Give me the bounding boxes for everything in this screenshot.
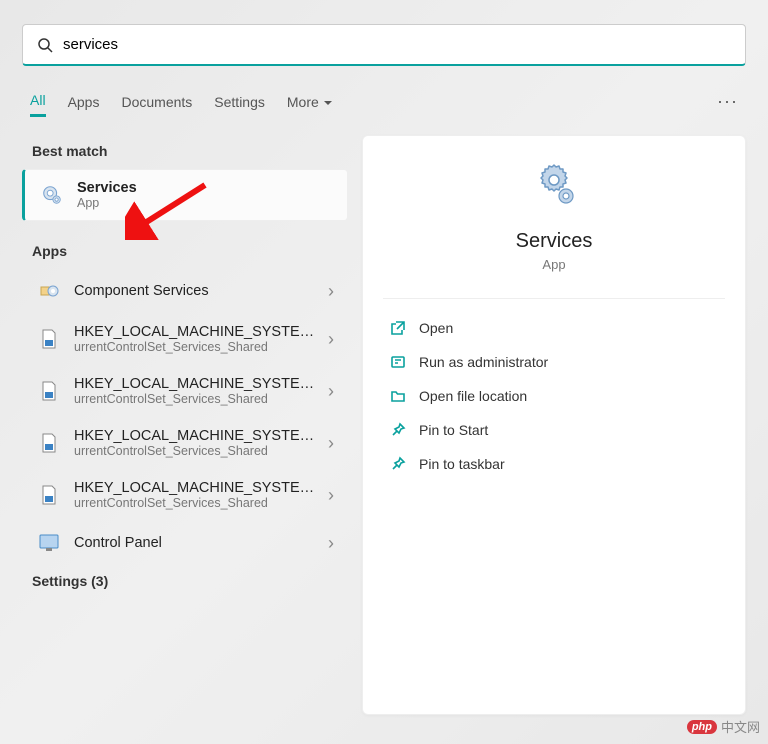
result-title: Services [77,180,333,196]
results-column: Best match Services App Apps Component S… [22,135,348,715]
action-open[interactable]: Open [383,311,725,345]
action-run-admin[interactable]: Run as administrator [383,345,725,379]
result-title: HKEY_LOCAL_MACHINE_SYSTEM_C [74,480,320,496]
search-icon [37,37,53,53]
detail-panel: Services App Open Run as administrator O… [362,135,746,715]
action-pin-taskbar[interactable]: Pin to taskbar [383,447,725,481]
search-bar[interactable] [22,24,746,66]
action-label: Pin to Start [419,422,488,438]
action-pin-start[interactable]: Pin to Start [383,413,725,447]
registry-file-icon [38,328,60,350]
detail-app-icon [383,164,725,208]
action-label: Open [419,320,453,336]
list-item[interactable]: HKEY_LOCAL_MACHINE_SYSTEM_CurrentControl… [22,365,348,417]
filter-tabs: All Apps Documents Settings More ··· [0,86,768,117]
registry-file-icon [38,380,60,402]
chevron-right-icon: › [328,281,334,302]
tab-documents[interactable]: Documents [121,88,192,116]
list-item[interactable]: HKEY_LOCAL_MACHINE_SYSTEM_CurrentControl… [22,313,348,365]
result-title2: urrentControlSet_Services_Shared [74,340,320,354]
detail-subtitle: App [383,257,725,299]
result-title2: urrentControlSet_Services_Shared [74,496,320,510]
tab-apps[interactable]: Apps [68,88,100,116]
result-title: HKEY_LOCAL_MACHINE_SYSTEM_C [74,376,320,392]
list-item[interactable]: HKEY_LOCAL_MACHINE_SYSTEM_CurrentControl… [22,469,348,521]
result-title: Component Services [74,283,320,299]
pin-icon [389,421,407,439]
result-title2: urrentControlSet_Services_Shared [74,444,320,458]
list-item[interactable]: Component Services › [22,269,348,313]
chevron-right-icon: › [328,485,334,506]
open-icon [389,319,407,337]
list-item[interactable]: HKEY_LOCAL_MACHINE_SYSTEM_CurrentControl… [22,417,348,469]
action-label: Run as administrator [419,354,548,370]
apps-results: Component Services › HKEY_LOCAL_MACHINE_… [22,269,348,565]
watermark-badge: php [687,720,717,734]
overflow-menu[interactable]: ··· [717,91,738,112]
chevron-right-icon: › [328,533,334,554]
result-title2: urrentControlSet_Services_Shared [74,392,320,406]
result-title: Control Panel [74,535,320,551]
control-panel-icon [38,532,60,554]
search-input[interactable] [63,36,731,53]
tab-all[interactable]: All [30,86,46,117]
result-subtitle: App [77,196,333,210]
best-match-header: Best match [22,135,348,169]
chevron-right-icon: › [328,381,334,402]
list-item[interactable]: Control Panel › [22,521,348,565]
shield-admin-icon [389,353,407,371]
result-title: HKEY_LOCAL_MACHINE_SYSTEM_C [74,428,320,444]
action-label: Pin to taskbar [419,456,505,472]
tab-settings[interactable]: Settings [214,88,265,116]
action-open-location[interactable]: Open file location [383,379,725,413]
result-title: HKEY_LOCAL_MACHINE_SYSTEM_C [74,324,320,340]
best-match-result[interactable]: Services App [22,169,348,221]
folder-icon [389,387,407,405]
registry-file-icon [38,484,60,506]
gear-app-icon [41,184,63,206]
apps-header: Apps [22,235,348,269]
settings-header[interactable]: Settings (3) [22,565,348,599]
registry-file-icon [38,432,60,454]
chevron-right-icon: › [328,329,334,350]
pin-icon [389,455,407,473]
chevron-right-icon: › [328,433,334,454]
component-services-icon [38,280,60,302]
detail-title: Services [383,230,725,253]
action-label: Open file location [419,388,527,404]
tab-more[interactable]: More [287,88,332,116]
